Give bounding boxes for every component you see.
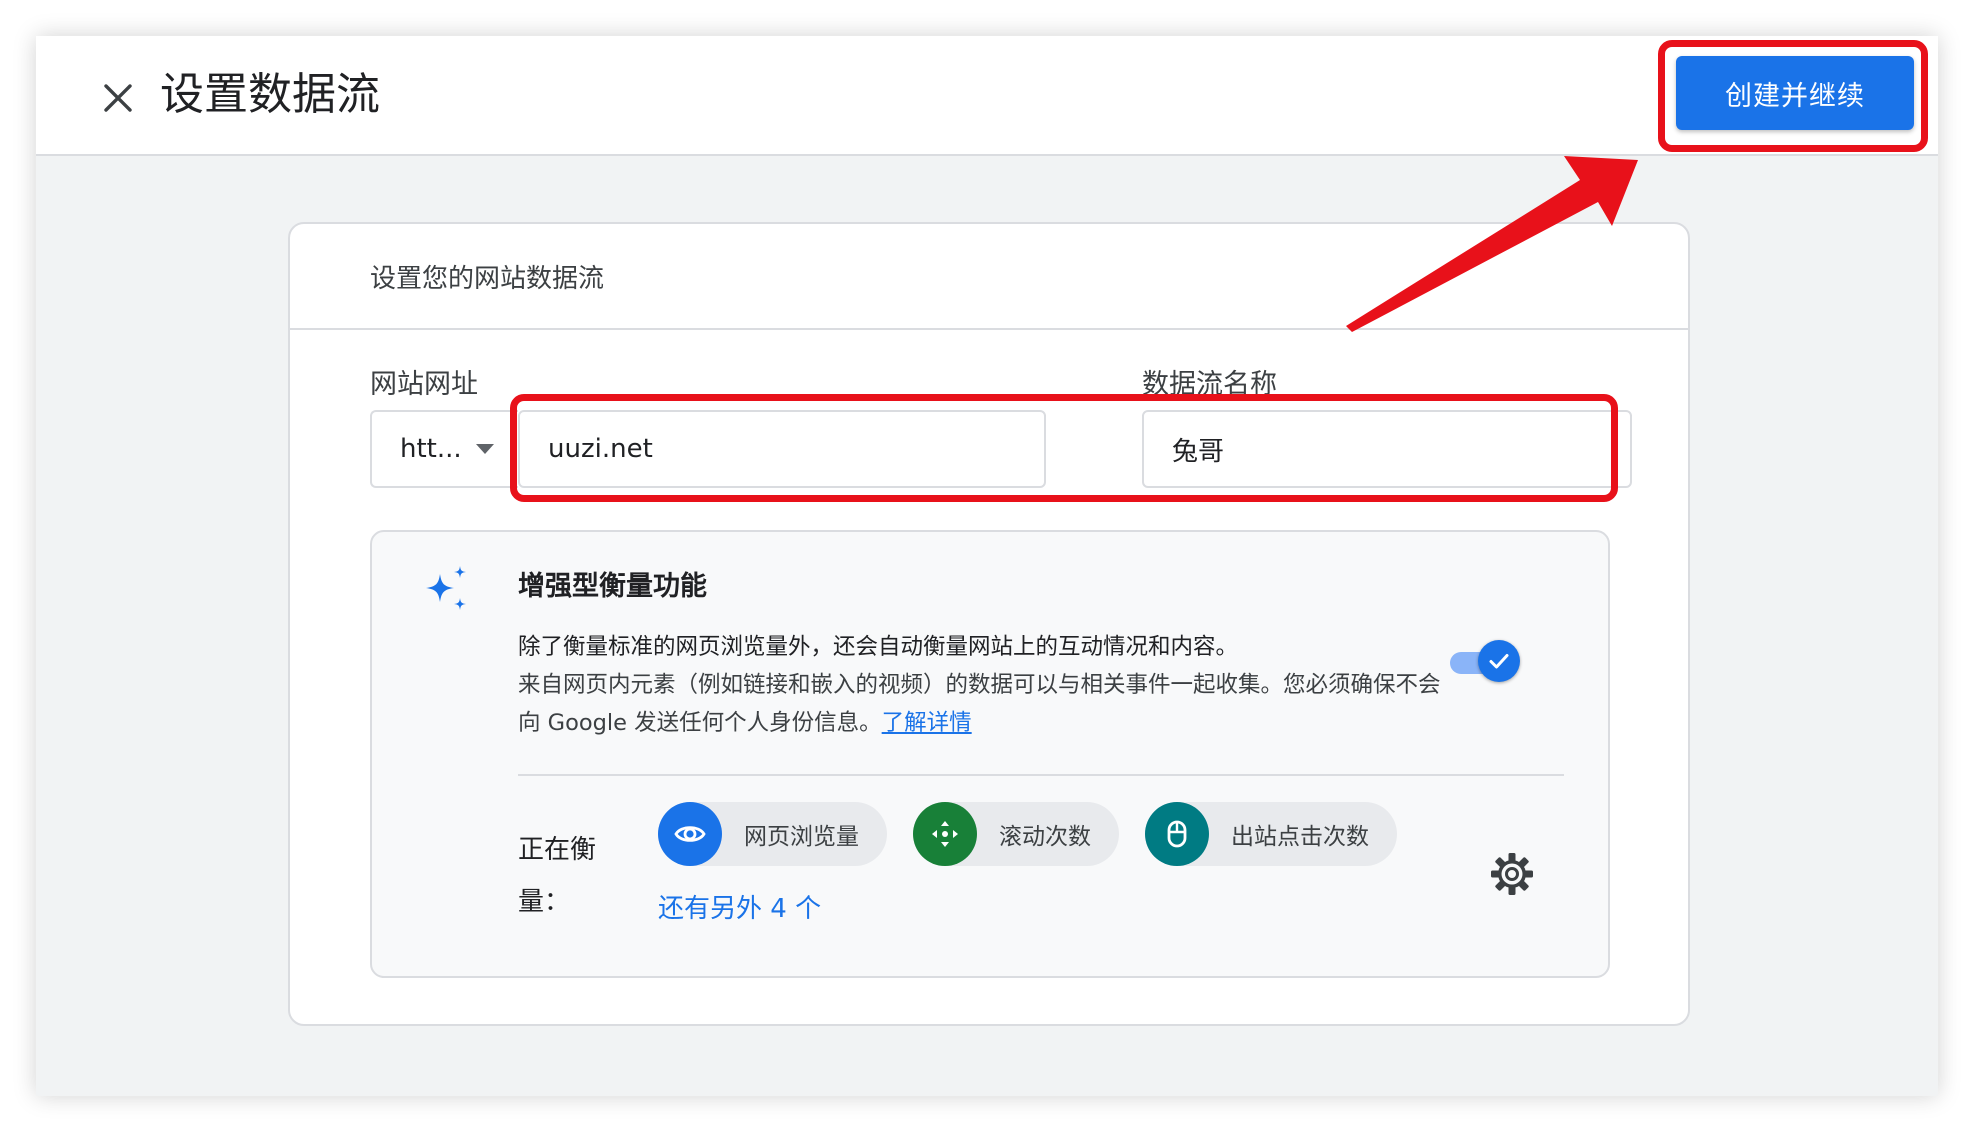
more-events-link[interactable]: 还有另外 4 个 (658, 888, 821, 925)
website-url-input[interactable]: uuzi.net (518, 410, 1046, 488)
stream-setup-card: 设置您的网站数据流 网站网址 数据流名称 htt... uuzi.net 兔哥 … (288, 222, 1690, 1026)
description-line-1: 除了衡量标准的网页浏览量外，还会自动衡量网站上的互动情况和内容。 (518, 634, 1239, 660)
top-bar: 设置数据流 创建并继续 (36, 36, 1938, 156)
enhanced-measurement-toggle[interactable] (1450, 640, 1522, 684)
website-url-value: uuzi.net (548, 434, 653, 464)
stream-name-value: 兔哥 (1172, 436, 1225, 467)
chevron-down-icon (475, 444, 494, 454)
sparkle-icon (426, 566, 466, 610)
card-heading-text: 设置您的网站数据流 (370, 263, 605, 294)
check-icon (1478, 640, 1520, 682)
card-heading: 设置您的网站数据流 (290, 224, 1688, 330)
learn-more-link[interactable]: 了解详情 (882, 710, 972, 736)
gear-icon[interactable] (1488, 850, 1536, 898)
description-line-2: 来自网页内元素（例如链接和嵌入的视频）的数据可以与相关事件一起收集。您必须确保不… (518, 672, 1441, 736)
create-and-continue-button[interactable]: 创建并继续 (1676, 56, 1914, 130)
website-url-label: 网站网址 (370, 369, 478, 400)
chip-label: 网页浏览量 (744, 824, 859, 850)
measuring-label: 正在衡量： (518, 835, 597, 917)
chip-page-views[interactable]: 网页浏览量 (658, 802, 887, 866)
chip-label: 出站点击次数 (1231, 824, 1369, 850)
chip-label: 滚动次数 (999, 824, 1091, 850)
enhanced-measurement-description: 除了衡量标准的网页浏览量外，还会自动衡量网站上的互动情况和内容。 来自网页内元素… (518, 628, 1458, 742)
close-icon[interactable] (90, 70, 146, 126)
eye-icon (658, 802, 722, 866)
stream-name-label: 数据流名称 (1142, 369, 1277, 400)
protocol-value: htt... (400, 434, 462, 464)
protocol-select[interactable]: htt... (370, 410, 518, 488)
divider (518, 774, 1564, 776)
scroll-arrows-icon (913, 802, 977, 866)
app-window: 设置数据流 创建并继续 设置您的网站数据流 网站网址 数据流名称 htt... … (36, 36, 1938, 1096)
mouse-icon (1145, 802, 1209, 866)
page-title: 设置数据流 (160, 69, 380, 120)
chip-scrolls[interactable]: 滚动次数 (913, 802, 1119, 866)
enhanced-measurement-panel: 增强型衡量功能 除了衡量标准的网页浏览量外，还会自动衡量网站上的互动情况和内容。… (370, 530, 1610, 978)
stream-name-input[interactable]: 兔哥 (1142, 410, 1632, 488)
chip-outbound-clicks[interactable]: 出站点击次数 (1145, 802, 1397, 866)
enhanced-measurement-title: 增强型衡量功能 (518, 571, 707, 602)
